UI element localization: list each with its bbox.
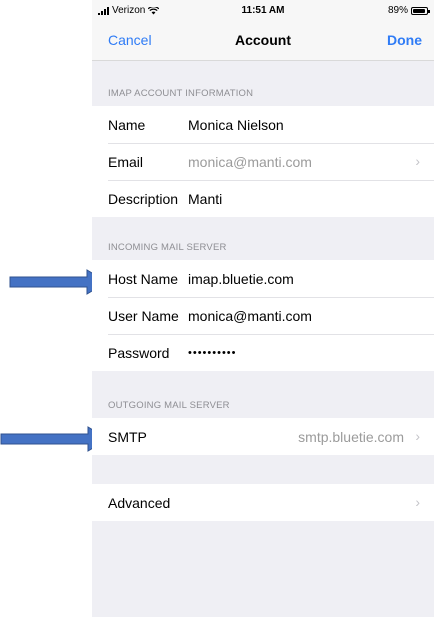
battery-icon: [411, 6, 430, 15]
outgoing-group: SMTP smtp.bluetie.com ›: [92, 418, 434, 455]
description-row[interactable]: Description Manti: [92, 180, 434, 217]
imap-group: Name Monica Nielson Email monica@manti.c…: [92, 106, 434, 217]
incoming-group: Host Name imap.bluetie.com User Name mon…: [92, 260, 434, 371]
user-name-field[interactable]: monica@manti.com: [188, 308, 312, 324]
host-name-field[interactable]: imap.bluetie.com: [188, 271, 294, 287]
chevron-right-icon: ›: [415, 153, 420, 169]
email-value: monica@manti.com: [188, 154, 312, 170]
email-row[interactable]: Email monica@manti.com ›: [92, 143, 434, 180]
chevron-right-icon: ›: [415, 494, 420, 510]
description-field[interactable]: Manti: [188, 191, 222, 207]
name-label: Name: [108, 117, 146, 133]
imap-section-header: IMAP ACCOUNT INFORMATION: [108, 88, 254, 99]
advanced-row[interactable]: Advanced ›: [92, 484, 434, 521]
status-right: 89%: [387, 5, 430, 16]
chevron-right-icon: ›: [415, 428, 420, 444]
navigation-bar: Cancel Account Done: [92, 22, 434, 61]
host-name-label: Host Name: [108, 271, 179, 287]
description-label: Description: [108, 191, 179, 207]
smtp-value: smtp.bluetie.com: [298, 429, 404, 445]
password-row[interactable]: Password ••••••••••: [92, 334, 434, 371]
status-time: 11:51 AM: [241, 5, 285, 16]
user-name-row[interactable]: User Name monica@manti.com: [92, 297, 434, 334]
password-label: Password: [108, 345, 170, 361]
advanced-group: Advanced ›: [92, 484, 434, 521]
user-name-label: User Name: [108, 308, 179, 324]
battery-percent: 89%: [387, 5, 408, 16]
smtp-label: SMTP: [108, 429, 147, 445]
status-bar: Verizon 11:51 AM 89%: [92, 0, 434, 22]
page-title: Account: [235, 32, 291, 48]
password-field[interactable]: ••••••••••: [188, 347, 237, 359]
done-button[interactable]: Done: [387, 32, 422, 48]
incoming-section-header: INCOMING MAIL SERVER: [108, 242, 227, 253]
phone-screen: Verizon 11:51 AM 89% Cancel Account Done…: [92, 0, 434, 617]
host-name-row[interactable]: Host Name imap.bluetie.com: [92, 260, 434, 297]
email-label: Email: [108, 154, 144, 170]
name-row[interactable]: Name Monica Nielson: [92, 106, 434, 143]
smtp-row[interactable]: SMTP smtp.bluetie.com ›: [92, 418, 434, 455]
name-field[interactable]: Monica Nielson: [188, 117, 284, 133]
outgoing-section-header: OUTGOING MAIL SERVER: [108, 400, 230, 411]
advanced-label: Advanced: [108, 495, 171, 511]
